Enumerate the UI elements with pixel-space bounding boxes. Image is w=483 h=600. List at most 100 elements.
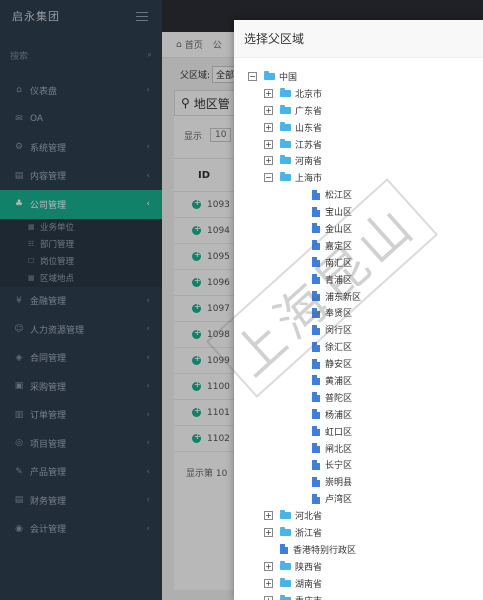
tree-node[interactable]: 香港特别行政区 <box>248 541 483 558</box>
tree-node[interactable]: + 河南省 <box>248 152 483 169</box>
tree-node-label[interactable]: 陕西省 <box>295 560 322 573</box>
tree-node[interactable]: + 河北省 <box>248 507 483 524</box>
tree-node-label[interactable]: 重庆市 <box>295 594 322 600</box>
tree-node[interactable]: 虹口区 <box>248 423 483 440</box>
expand-icon[interactable]: + <box>264 156 273 166</box>
tree-node[interactable]: 杨浦区 <box>248 406 483 423</box>
folder-icon <box>280 172 291 182</box>
tree-node-label[interactable]: 山东省 <box>295 121 322 134</box>
dialog-title: 选择父区域 <box>234 20 483 58</box>
tree-node[interactable]: + 江苏省 <box>248 136 483 153</box>
tree-node[interactable]: 金山区 <box>248 220 483 237</box>
tree-node-label[interactable]: 浦东新区 <box>325 290 361 303</box>
tree-node-label[interactable]: 南汇区 <box>325 256 352 269</box>
file-icon <box>312 493 320 504</box>
tree-node-label[interactable]: 河北省 <box>295 509 322 522</box>
tree-node[interactable]: 卢湾区 <box>248 490 483 507</box>
tree-node[interactable]: 闵行区 <box>248 321 483 338</box>
tree-node-label[interactable]: 卢湾区 <box>325 492 352 505</box>
tree-node-label[interactable]: 中国 <box>279 70 297 83</box>
folder-icon <box>280 510 291 520</box>
tree-node-label[interactable]: 闸北区 <box>325 442 352 455</box>
tree-node-label[interactable]: 河南省 <box>295 154 322 167</box>
tree-node-label[interactable]: 江苏省 <box>295 138 322 151</box>
collapse-icon[interactable]: − <box>264 173 273 183</box>
expand-icon[interactable]: + <box>264 578 273 588</box>
tree-node-label[interactable]: 静安区 <box>325 357 352 370</box>
tree-node-label[interactable]: 黄浦区 <box>325 374 352 387</box>
tree-node[interactable]: 浦东新区 <box>248 288 483 305</box>
tree-node-label[interactable]: 宝山区 <box>325 205 352 218</box>
tree-node[interactable]: + 山东省 <box>248 119 483 136</box>
expand-icon[interactable]: + <box>264 595 273 600</box>
tree-node-label[interactable]: 上海市 <box>295 171 322 184</box>
tree-node[interactable]: − 上海市 <box>248 169 483 186</box>
expand-icon[interactable]: + <box>264 139 273 149</box>
tree-node[interactable]: + 重庆市 <box>248 592 483 600</box>
tree-node-label[interactable]: 嘉定区 <box>325 239 352 252</box>
tree-node-label[interactable]: 徐汇区 <box>325 340 352 353</box>
tree-node[interactable]: 青浦区 <box>248 271 483 288</box>
file-icon <box>312 274 320 285</box>
tree-node[interactable]: − 中国 <box>248 68 483 85</box>
tree-node[interactable]: 徐汇区 <box>248 338 483 355</box>
tree-node[interactable]: 松江区 <box>248 186 483 203</box>
tree-node[interactable]: 黄浦区 <box>248 372 483 389</box>
select-parent-region-dialog: 选择父区域 − 中国 + 北京市 + 广东省 + 山东省 + 江苏省 + 河南省 − 上海市 松江区宝山区金… <box>234 20 483 600</box>
tree-node-label[interactable]: 湖南省 <box>295 577 322 590</box>
tree-node-label[interactable]: 奉贤区 <box>325 306 352 319</box>
expand-icon[interactable]: + <box>264 561 273 571</box>
file-icon <box>312 189 320 200</box>
folder-icon <box>280 594 291 600</box>
tree-node[interactable]: 南汇区 <box>248 254 483 271</box>
folder-icon <box>280 560 291 570</box>
tree-node-label[interactable]: 香港特别行政区 <box>293 543 356 556</box>
tree-node[interactable]: + 北京市 <box>248 85 483 102</box>
file-icon <box>312 409 320 420</box>
expand-icon[interactable]: + <box>264 527 273 537</box>
folder-icon <box>280 138 291 148</box>
file-icon <box>312 358 320 369</box>
tree-node[interactable]: + 广东省 <box>248 102 483 119</box>
tree-node[interactable]: 宝山区 <box>248 203 483 220</box>
tree-node-label[interactable]: 青浦区 <box>325 273 352 286</box>
expand-icon[interactable]: + <box>264 88 273 98</box>
folder-icon <box>280 87 291 97</box>
tree-node[interactable]: 长宁区 <box>248 456 483 473</box>
tree-node[interactable]: 闸北区 <box>248 440 483 457</box>
file-icon <box>312 341 320 352</box>
folder-icon <box>280 155 291 165</box>
tree-node[interactable]: 奉贤区 <box>248 304 483 321</box>
collapse-icon[interactable]: − <box>248 71 257 81</box>
tree-node-label[interactable]: 北京市 <box>295 87 322 100</box>
tree-node-label[interactable]: 松江区 <box>325 188 352 201</box>
tree-node[interactable]: 崇明县 <box>248 473 483 490</box>
tree-node-label[interactable]: 杨浦区 <box>325 408 352 421</box>
tree-node-label[interactable]: 金山区 <box>325 222 352 235</box>
tree-node-label[interactable]: 普陀区 <box>325 391 352 404</box>
tree-node-label[interactable]: 崇明县 <box>325 475 352 488</box>
file-icon <box>312 459 320 470</box>
tree-node-label[interactable]: 虹口区 <box>325 425 352 438</box>
file-icon <box>312 375 320 386</box>
tree-node[interactable]: + 浙江省 <box>248 524 483 541</box>
file-icon <box>312 291 320 302</box>
expand-icon[interactable]: + <box>264 122 273 132</box>
tree-node[interactable]: 嘉定区 <box>248 237 483 254</box>
expand-icon[interactable]: + <box>264 105 273 115</box>
file-icon <box>312 476 320 487</box>
tree-node[interactable]: 静安区 <box>248 355 483 372</box>
tree-node-label[interactable]: 浙江省 <box>295 526 322 539</box>
tree-node[interactable]: + 湖南省 <box>248 575 483 592</box>
file-icon <box>312 257 320 268</box>
tree-node-label[interactable]: 长宁区 <box>325 458 352 471</box>
tree-node-label[interactable]: 闵行区 <box>325 323 352 336</box>
file-icon <box>312 206 320 217</box>
file-icon <box>312 443 320 454</box>
expand-icon[interactable]: + <box>264 511 273 521</box>
tree-node-label[interactable]: 广东省 <box>295 104 322 117</box>
file-icon <box>312 240 320 251</box>
folder-icon <box>280 121 291 131</box>
tree-node[interactable]: + 陕西省 <box>248 558 483 575</box>
tree-node[interactable]: 普陀区 <box>248 389 483 406</box>
